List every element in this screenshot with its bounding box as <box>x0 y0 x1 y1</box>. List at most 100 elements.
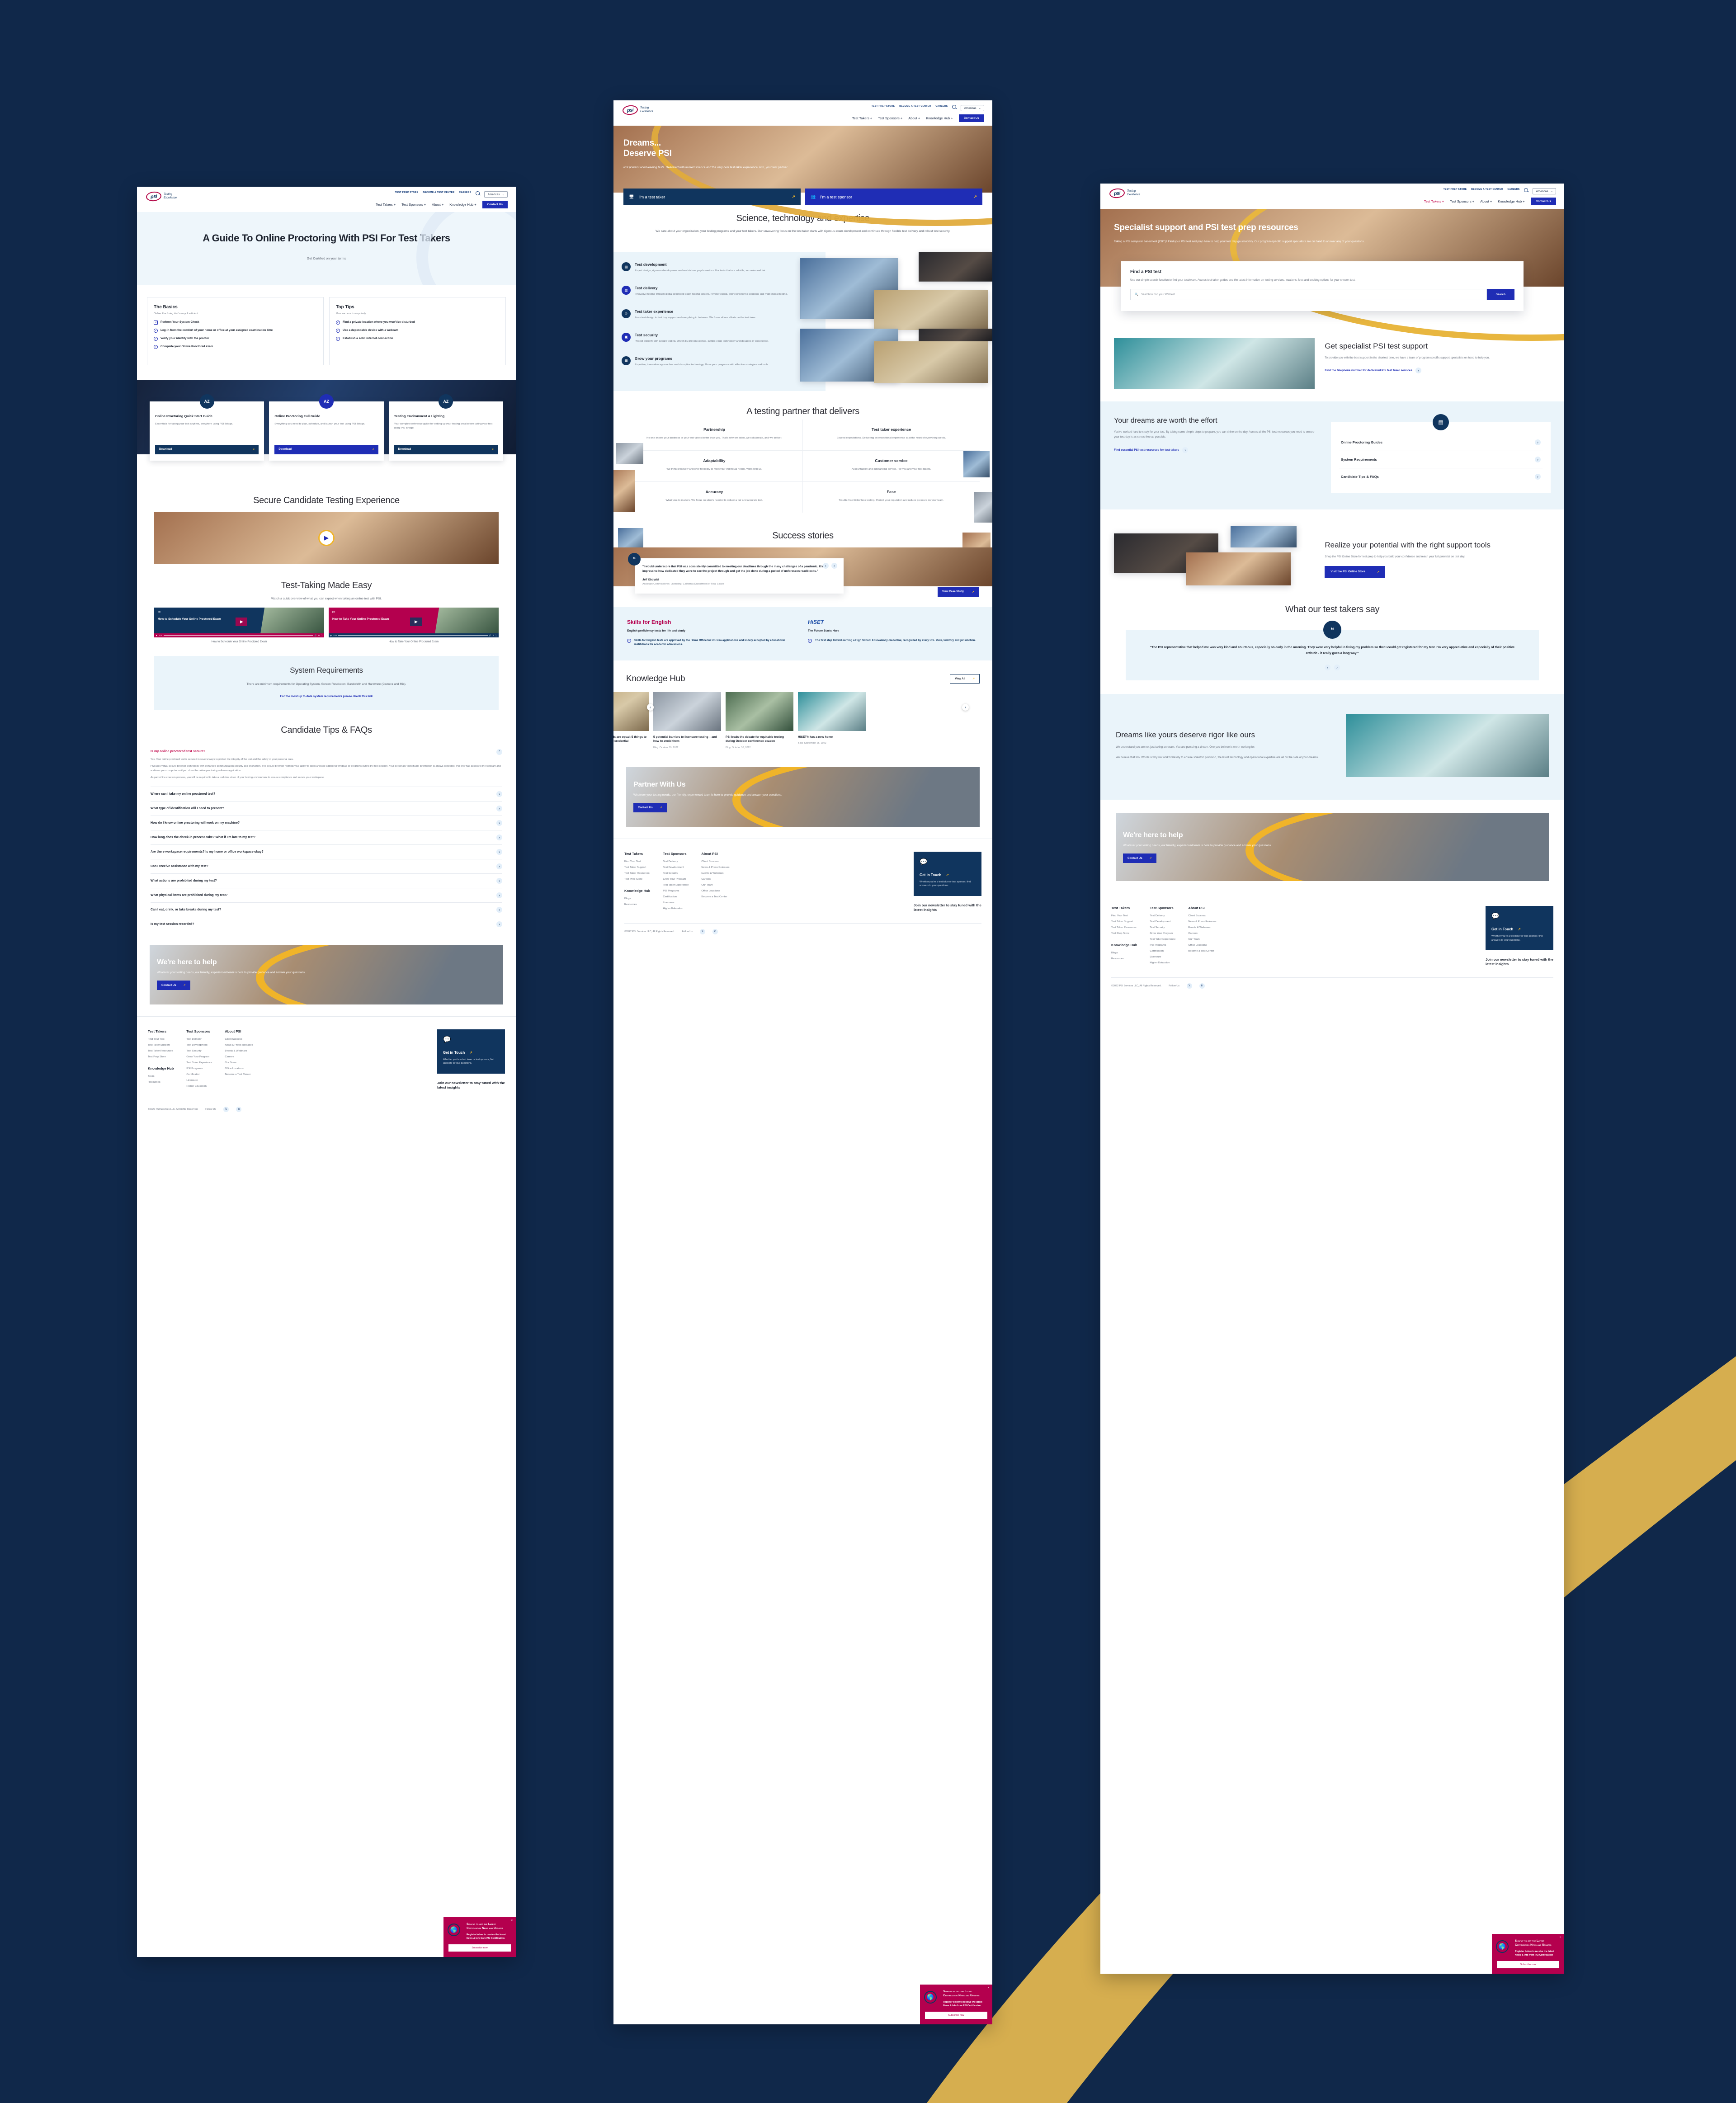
footer-link[interactable]: Test Security <box>186 1050 212 1052</box>
telephone-services-link[interactable]: Find the telephone number for dedicated … <box>1325 369 1412 372</box>
play-icon[interactable]: ▶ <box>330 634 332 637</box>
nav-item-knowledge-hub[interactable]: Knowledge Hub + <box>449 203 476 207</box>
footer-link[interactable]: Become a Test Center <box>701 896 729 898</box>
region-selector[interactable]: Americas ⌄ <box>484 191 508 198</box>
play-icon[interactable]: ▶ <box>318 530 335 547</box>
footer-link[interactable]: Test Security <box>663 872 689 875</box>
footer-link[interactable]: Become a Test Center <box>1188 950 1216 952</box>
footer-link[interactable]: PSI Programs <box>1150 944 1175 947</box>
footer-link[interactable]: Test Security <box>1150 926 1175 929</box>
nav-item-test-takers[interactable]: Test Takers + <box>852 116 872 120</box>
nav-item-about[interactable]: About + <box>432 203 443 207</box>
twitter-icon[interactable]: 𝕏 <box>223 1106 229 1112</box>
subscribe-now-button[interactable]: Subscribe now <box>925 2012 987 2019</box>
close-icon[interactable]: × <box>987 1987 989 1990</box>
play-icon[interactable]: ▶ <box>236 617 248 626</box>
nav-item-test-sponsors[interactable]: Test Sponsors + <box>1450 199 1474 203</box>
contact-us-button[interactable]: Contact Us <box>482 201 508 208</box>
play-icon[interactable]: ▶ <box>156 634 157 637</box>
footer-link[interactable]: Office Locations <box>1188 944 1216 947</box>
footer-link[interactable]: News & Press Releases <box>1188 920 1216 923</box>
volume-icon[interactable]: 🔊 <box>489 634 491 637</box>
search-icon[interactable] <box>476 191 480 195</box>
footer-link[interactable]: Certification <box>1150 950 1175 952</box>
footer-link[interactable]: Test Taker Support <box>148 1044 174 1047</box>
resource-link-online-proctoring-guides[interactable]: Online Proctoring Guides › <box>1339 434 1543 451</box>
resource-link-system-requirements[interactable]: System Requirements › <box>1339 451 1543 468</box>
progress-bar[interactable] <box>338 635 488 636</box>
utility-link-careers[interactable]: CAREERS <box>935 105 948 108</box>
region-selector[interactable]: Americas ⌄ <box>961 105 984 111</box>
nav-item-about[interactable]: About + <box>908 116 920 120</box>
psi-logo[interactable]: psi Testing Excellence <box>145 191 177 202</box>
footer-link-test-prep-store[interactable]: Test Prep Store <box>148 1056 174 1058</box>
footer-link[interactable]: Test Taker Resources <box>624 872 650 875</box>
footer-link[interactable]: Test Taker Experience <box>663 884 689 886</box>
footer-link[interactable]: Test Taker Support <box>1111 920 1137 923</box>
psi-logo[interactable]: psi Testing Excellence <box>622 104 653 116</box>
article-card[interactable]: HiSET® has a new home Blog September 26,… <box>798 692 866 749</box>
view-all-button[interactable]: View All ↗ <box>950 674 980 684</box>
contact-us-button[interactable]: Contact Us <box>958 114 984 122</box>
nav-item-test-sponsors[interactable]: Test Sponsors + <box>401 203 426 207</box>
fullscreen-icon[interactable]: ⛶ <box>495 634 497 637</box>
footer-link[interactable]: Client Success <box>701 860 729 863</box>
chevron-right-icon[interactable]: › <box>496 921 502 927</box>
footer-link[interactable]: Test Taker Experience <box>1150 938 1175 941</box>
faq-item[interactable]: Where can I take my online proctored tes… <box>151 786 502 801</box>
chevron-right-icon[interactable]: › <box>1535 457 1541 462</box>
footer-link[interactable]: Resources <box>1111 957 1137 960</box>
footer-link[interactable]: Higher Education <box>186 1085 212 1088</box>
fullscreen-icon[interactable]: ⛶ <box>321 634 322 637</box>
psi-logo[interactable]: psi Testing Excellence <box>1109 188 1140 199</box>
footer-link[interactable]: Resources <box>148 1081 174 1084</box>
contact-us-button[interactable]: Contact Us <box>1530 198 1556 205</box>
nav-item-about[interactable]: About + <box>1480 199 1492 203</box>
faq-item[interactable]: Is my test session recorded? › <box>151 916 502 931</box>
faq-item[interactable]: Are there workspace requirements? Is my … <box>151 844 502 859</box>
chevron-right-icon[interactable]: › <box>496 863 502 869</box>
faq-item[interactable]: What physical items are prohibited durin… <box>151 887 502 902</box>
subscribe-now-button[interactable]: Subscribe now <box>448 1944 511 1952</box>
nav-item-knowledge-hub[interactable]: Knowledge Hub + <box>926 116 953 120</box>
chevron-right-icon[interactable]: › <box>496 877 502 884</box>
download-button[interactable]: Download ↗ <box>394 444 498 454</box>
search-button[interactable]: Search <box>1486 288 1514 300</box>
chevron-right-icon[interactable]: › <box>1535 474 1541 480</box>
volume-icon[interactable]: 🔊 <box>315 634 317 637</box>
linkedin-icon[interactable]: in <box>236 1106 241 1112</box>
footer-link[interactable]: Find Your Test <box>148 1038 174 1041</box>
view-case-study-button[interactable]: View Case Study ↗ <box>938 587 979 597</box>
article-card[interactable]: 5 potential barriers to licensure testin… <box>653 692 721 749</box>
footer-link[interactable]: Our Team <box>225 1061 253 1064</box>
utility-link-test-prep-store[interactable]: TEST PREP STORE <box>1444 188 1467 191</box>
footer-link[interactable]: Blogs <box>148 1075 174 1078</box>
utility-link-careers[interactable]: CAREERS <box>1507 188 1519 191</box>
footer-link[interactable]: PSI Programs <box>663 890 689 892</box>
chevron-right-icon[interactable]: › <box>496 892 502 898</box>
chevron-right-icon[interactable]: › <box>496 849 502 855</box>
footer-link[interactable]: Test Development <box>186 1044 212 1047</box>
footer-link[interactable]: Client Success <box>1188 915 1216 917</box>
region-selector[interactable]: Americas ⌄ <box>1533 188 1556 194</box>
resource-link-candidate-tips-faqs[interactable]: Candidate Tips & FAQs › <box>1339 468 1543 485</box>
im-a-test-sponsor-button[interactable]: 👥 I'm a test sponsor ↗ <box>805 189 982 205</box>
gear-icon[interactable]: ⚙ <box>318 634 320 637</box>
contact-us-button[interactable]: Contact Us ↗ <box>1123 853 1156 863</box>
faq-item[interactable]: How do I know online proctoring will wor… <box>151 815 502 830</box>
chevron-right-icon[interactable]: › <box>1182 447 1189 453</box>
footer-link[interactable]: Test Delivery <box>663 860 689 863</box>
utility-link-careers[interactable]: CAREERS <box>459 191 471 194</box>
chevron-right-icon[interactable]: › <box>496 906 502 913</box>
video-card-schedule[interactable]: psi How to Schedule Your Online Proctore… <box>154 608 324 643</box>
footer-link[interactable]: News & Press Releases <box>701 866 729 869</box>
footer-link[interactable]: Find Your Test <box>624 860 650 863</box>
download-button[interactable]: Download ↗ <box>274 444 378 454</box>
search-input[interactable]: 🔍 Search to find your PSI test <box>1130 288 1487 300</box>
footer-link-test-prep-store[interactable]: Test Prep Store <box>624 878 650 881</box>
contact-us-button[interactable]: Contact Us ↗ <box>157 981 190 990</box>
twitter-icon[interactable]: 𝕏 <box>1186 983 1192 989</box>
video-player[interactable]: ▶ <box>154 512 499 565</box>
chevron-right-icon[interactable]: › <box>496 834 502 840</box>
essential-resources-link[interactable]: Find essential PSI test resources for te… <box>1114 448 1179 452</box>
